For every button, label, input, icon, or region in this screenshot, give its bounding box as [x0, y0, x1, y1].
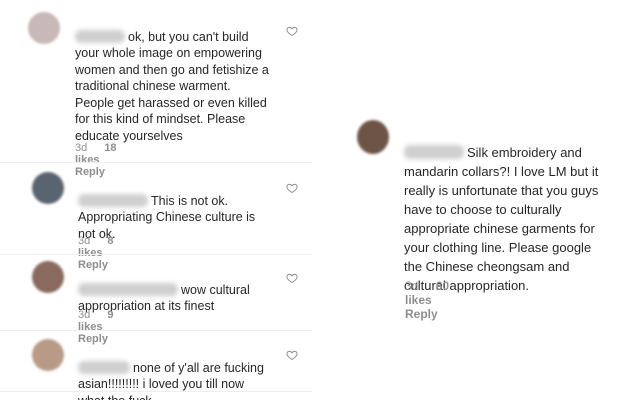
divider: [0, 254, 312, 255]
avatar[interactable]: [32, 172, 64, 204]
comment-text: wow cultural appropriation at its finest: [78, 282, 250, 313]
comment-meta: 3d 9 likes Reply: [78, 309, 122, 345]
heart-outline-icon[interactable]: [286, 272, 298, 284]
heart-outline-icon[interactable]: [286, 182, 298, 194]
avatar[interactable]: [32, 339, 64, 371]
divider: [0, 162, 312, 163]
blurred-username[interactable]: [78, 360, 130, 374]
comment-text: ok, but you can't build your whole image…: [75, 29, 269, 143]
timestamp[interactable]: 3d: [78, 309, 90, 321]
blurred-username[interactable]: [78, 193, 148, 207]
comment-meta: 3d 60 likes Reply: [405, 279, 452, 321]
timestamp[interactable]: 3d: [405, 279, 418, 293]
comment-text: This is not ok. Appropriating Chinese cu…: [78, 193, 256, 241]
blurred-username[interactable]: [404, 145, 464, 159]
timestamp[interactable]: 3d: [78, 235, 90, 247]
heart-outline-icon[interactable]: [286, 25, 298, 37]
comment-text: Silk embroidery and mandarin collars?! I…: [404, 145, 599, 293]
comment-meta: 3d 18 likes Reply: [75, 142, 119, 178]
blurred-username[interactable]: [78, 282, 178, 296]
divider: [0, 391, 312, 392]
avatar[interactable]: [32, 261, 64, 293]
blurred-username[interactable]: [75, 29, 125, 43]
divider: [0, 330, 312, 331]
reply-button[interactable]: Reply: [405, 307, 438, 321]
heart-outline-icon[interactable]: [286, 349, 298, 361]
avatar[interactable]: [28, 12, 60, 44]
avatar[interactable]: [357, 120, 389, 154]
timestamp[interactable]: 3d: [75, 142, 87, 154]
